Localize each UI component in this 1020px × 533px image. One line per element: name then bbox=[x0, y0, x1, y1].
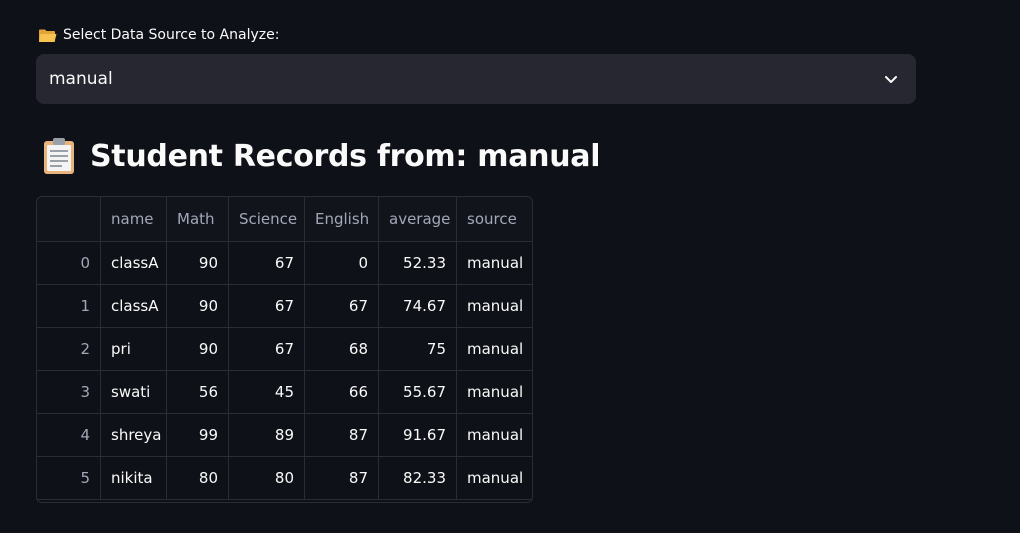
cell-english[interactable]: 0 bbox=[304, 241, 379, 285]
column-header-english[interactable]: English bbox=[304, 197, 379, 242]
row-index: 3 bbox=[37, 370, 101, 414]
cell-math[interactable]: 90 bbox=[166, 241, 229, 285]
page-title-text: Student Records from: manual bbox=[90, 138, 601, 174]
cell-science[interactable]: 67 bbox=[228, 241, 305, 285]
cell-name[interactable]: pri bbox=[100, 327, 167, 371]
cell-english[interactable]: 87 bbox=[304, 413, 379, 457]
cell-math[interactable]: 90 bbox=[166, 327, 229, 371]
page-title: Student Records from: manual bbox=[42, 134, 600, 178]
cell-math[interactable]: 90 bbox=[166, 284, 229, 328]
cell-science[interactable]: 67 bbox=[228, 327, 305, 371]
cell-average[interactable]: 52.33 bbox=[378, 241, 457, 285]
cell-name[interactable]: shreya bbox=[100, 413, 167, 457]
cell-science[interactable]: 80 bbox=[228, 456, 305, 500]
cell-english[interactable]: 87 bbox=[304, 456, 379, 500]
table-row: 1 classA 90 67 67 74.67 manual bbox=[37, 284, 532, 328]
app: Select Data Source to Analyze: manual St… bbox=[0, 0, 1020, 533]
chevron-down-icon[interactable] bbox=[883, 71, 899, 87]
column-header-source[interactable]: source bbox=[456, 197, 532, 242]
cell-source[interactable]: manual bbox=[456, 284, 532, 328]
data-table: name Math Science English average source… bbox=[37, 197, 532, 500]
table-row: 4 shreya 99 89 87 91.67 manual bbox=[37, 413, 532, 457]
select-label-text: Select Data Source to Analyze: bbox=[63, 27, 280, 43]
cell-source[interactable]: manual bbox=[456, 327, 532, 371]
cell-name[interactable]: classA bbox=[100, 241, 167, 285]
cell-english[interactable]: 67 bbox=[304, 284, 379, 328]
cell-source[interactable]: manual bbox=[456, 456, 532, 500]
cell-math[interactable]: 80 bbox=[166, 456, 229, 500]
cell-science[interactable]: 89 bbox=[228, 413, 305, 457]
cell-name[interactable]: classA bbox=[100, 284, 167, 328]
folder-icon bbox=[39, 29, 57, 42]
row-index: 5 bbox=[37, 456, 101, 500]
student-records-table[interactable]: name Math Science English average source… bbox=[36, 196, 533, 503]
cell-name[interactable]: swati bbox=[100, 370, 167, 414]
row-index: 4 bbox=[37, 413, 101, 457]
data-source-select-value: manual bbox=[49, 69, 113, 89]
table-header-row: name Math Science English average source bbox=[37, 197, 532, 242]
table-row: 5 nikita 80 80 87 82.33 manual bbox=[37, 456, 532, 500]
clipboard-icon bbox=[44, 138, 74, 174]
cell-english[interactable]: 68 bbox=[304, 327, 379, 371]
cell-source[interactable]: manual bbox=[456, 241, 532, 285]
cell-math[interactable]: 56 bbox=[166, 370, 229, 414]
table-row: 3 swati 56 45 66 55.67 manual bbox=[37, 370, 532, 414]
column-header-science[interactable]: Science bbox=[228, 197, 305, 242]
column-header-math[interactable]: Math bbox=[166, 197, 229, 242]
row-index: 0 bbox=[37, 241, 101, 285]
cell-source[interactable]: manual bbox=[456, 413, 532, 457]
cell-source[interactable]: manual bbox=[456, 370, 532, 414]
table-row: 2 pri 90 67 68 75 manual bbox=[37, 327, 532, 371]
cell-name[interactable]: nikita bbox=[100, 456, 167, 500]
cell-english[interactable]: 66 bbox=[304, 370, 379, 414]
cell-average[interactable]: 82.33 bbox=[378, 456, 457, 500]
cell-average[interactable]: 74.67 bbox=[378, 284, 457, 328]
select-label: Select Data Source to Analyze: bbox=[38, 24, 279, 46]
column-header-index[interactable] bbox=[37, 197, 101, 242]
cell-science[interactable]: 45 bbox=[228, 370, 305, 414]
column-header-name[interactable]: name bbox=[100, 197, 167, 242]
cell-average[interactable]: 75 bbox=[378, 327, 457, 371]
cell-average[interactable]: 91.67 bbox=[378, 413, 457, 457]
cell-science[interactable]: 67 bbox=[228, 284, 305, 328]
column-header-average[interactable]: average bbox=[378, 197, 457, 242]
table-row: 0 classA 90 67 0 52.33 manual bbox=[37, 241, 532, 285]
row-index: 1 bbox=[37, 284, 101, 328]
row-index: 2 bbox=[37, 327, 101, 371]
data-source-select[interactable]: manual bbox=[36, 54, 916, 104]
cell-average[interactable]: 55.67 bbox=[378, 370, 457, 414]
cell-math[interactable]: 99 bbox=[166, 413, 229, 457]
